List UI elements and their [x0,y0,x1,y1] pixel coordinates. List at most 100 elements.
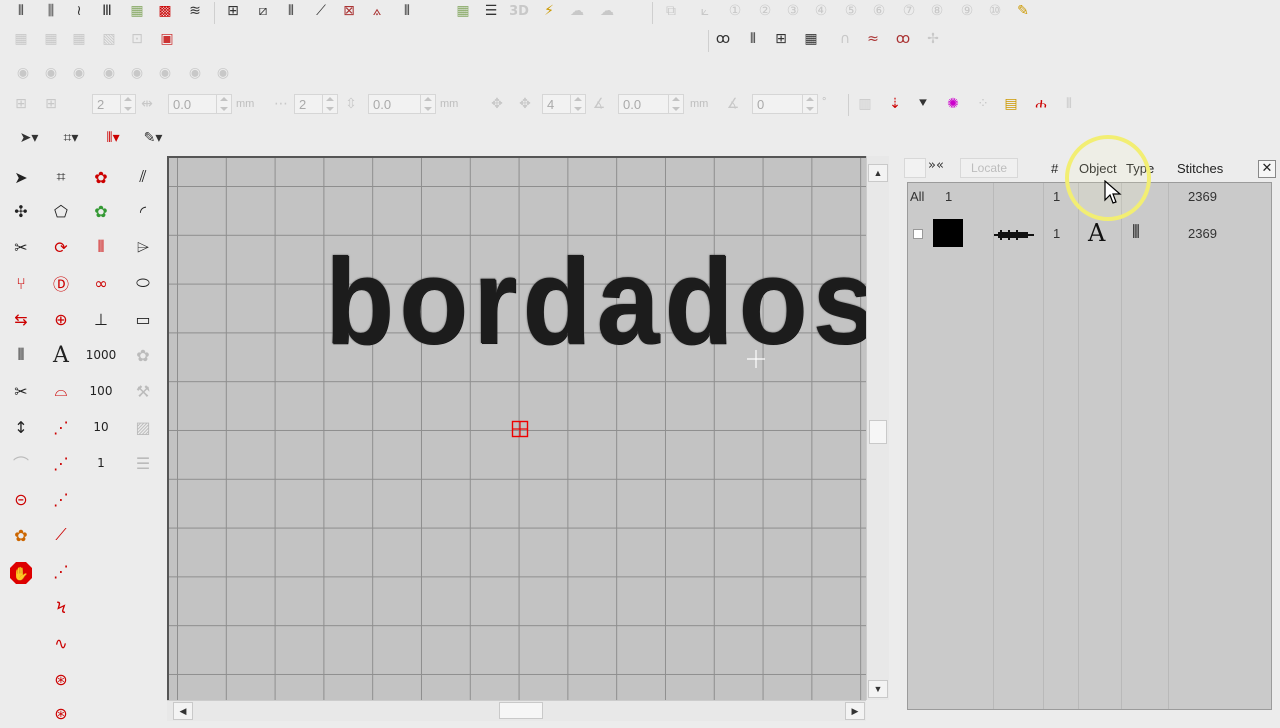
flower-red-icon[interactable]: ✿ [86,162,116,192]
10-icon[interactable]: 10 [86,412,116,442]
text-A-icon[interactable]: A [46,340,76,370]
spin-angle[interactable]: 0 [752,94,818,114]
image-icon[interactable]: ▨ [128,412,158,442]
panel-collapse-icon[interactable]: »« [928,158,944,173]
zigzag-line-icon[interactable]: ≈ [862,28,884,50]
stripe-icon[interactable]: ⦀ [1058,93,1080,115]
spring-red-icon[interactable]: ∞ [86,268,116,298]
edit-folder-icon[interactable]: ✎ [1012,0,1034,22]
color-flower-icon[interactable]: ✺ [942,93,964,115]
dotted-arc-icon[interactable]: ⌒ [6,448,36,478]
scroll-left-button[interactable]: ◀ [173,702,193,720]
wave-fill-icon[interactable]: ≋ [184,0,206,22]
arc-icon[interactable]: ◜ [128,196,158,226]
curve-fill-icon[interactable]: ⟋ [310,0,332,22]
triangle-fill-icon[interactable]: ⟑ [366,0,388,22]
branch-icon[interactable]: ⑂ [6,268,36,298]
net-grid-icon[interactable]: ▦ [68,28,90,50]
select-arrow-icon[interactable]: ➤ [6,162,36,192]
align-8-icon[interactable]: ⑦ [898,0,920,22]
motif-fill-icon[interactable]: ⊠ [338,0,360,22]
align-1-icon[interactable]: ⟀ [694,0,716,22]
copy-icon[interactable]: ⧉ [660,0,682,22]
image-fill-icon[interactable]: ▧ [98,28,120,50]
grey-list-icon[interactable]: ☰ [128,448,158,478]
frame-grid-icon[interactable]: ⊡ [126,28,148,50]
pillar-fill-icon[interactable]: ⦀ [396,0,418,22]
align-6-icon[interactable]: ⑤ [840,0,862,22]
align-4-icon[interactable]: ③ [782,0,804,22]
node-select-icon[interactable]: ✣ [6,196,36,226]
dash-line-red-icon[interactable]: ⋰ [46,556,76,586]
pin-red-icon[interactable]: ⊥ [86,304,116,334]
cloud-outline-icon[interactable]: ☁ [596,0,618,22]
row-all-label[interactable]: All [910,189,924,204]
needle-icon[interactable]: ⯆ [912,93,934,115]
pattern-fill-icon[interactable]: ▦ [126,0,148,22]
ball-red-icon[interactable]: ⊕ [46,304,76,334]
align-7-icon[interactable]: ⑥ [868,0,890,22]
spin-cols[interactable]: 2 [294,94,338,114]
horizontal-scrollbar[interactable]: ◀ ▶ [167,700,866,721]
reshape-nodes-icon[interactable]: ⌗ [46,162,76,192]
grey-flower-icon[interactable]: ✿ [128,340,158,370]
align-3-icon[interactable]: ② [754,0,776,22]
disabled-2-icon[interactable]: ◉ [40,62,62,84]
diagonal-lines-icon[interactable]: ⫽ [128,162,158,192]
spin-spacing-1[interactable]: 0.0 [168,94,232,114]
3d-icon[interactable]: 3D [508,0,530,22]
row-1-color-swatch[interactable] [933,219,963,247]
scissors-select-icon[interactable]: ✂ [6,232,36,262]
align-2-icon[interactable]: ① [724,0,746,22]
100-icon[interactable]: 100 [86,376,116,406]
align-5-icon[interactable]: ④ [810,0,832,22]
tiles-icon[interactable]: ▦ [800,28,822,50]
disabled-6-icon[interactable]: ◉ [154,62,176,84]
mesh-icon[interactable]: ⊞ [770,28,792,50]
wave-tool-icon[interactable]: ⚡ [538,0,560,22]
cloud-icon[interactable]: ☁ [566,0,588,22]
rectangle-icon[interactable]: ▭ [128,304,158,334]
freehand-icon[interactable]: ⌲ [128,232,158,262]
arrows-stitch-icon[interactable]: ↕ [6,412,36,442]
disabled-5-icon[interactable]: ◉ [126,62,148,84]
1000-icon[interactable]: 1000 [86,340,117,370]
satin-convert-icon[interactable]: ⇆ [6,304,36,334]
disabled-4-icon[interactable]: ◉ [98,62,120,84]
scissors-stitch-icon[interactable]: ✂ [6,376,36,406]
zigzag-stitch-icon[interactable]: ≀ [68,0,90,22]
dash-red-icon[interactable]: ⋰ [46,484,76,514]
loops-icon[interactable]: ꝏ [712,28,734,50]
people-icon[interactable]: ሐ [1030,93,1052,115]
line-red-icon[interactable]: ⟋ [46,520,76,550]
curve-red-icon[interactable]: ⌓ [46,376,76,406]
spin-distance[interactable]: 0.0 [618,94,684,114]
reshape-corner-icon[interactable]: ⬠ [46,196,76,226]
pattern-grid-icon[interactable]: ▦ [452,0,474,22]
flower-green-icon[interactable]: ✿ [86,196,116,226]
sparkle-icon[interactable]: ✢ [922,28,944,50]
stop-hand-icon[interactable]: ✋ [6,558,36,588]
text-column-icon[interactable]: Ⓓ [46,268,76,298]
oo-icon[interactable]: ꝏ [892,28,914,50]
dots-icon[interactable]: ⁘ [972,93,994,115]
horizontal-scroll-thumb[interactable] [499,702,543,719]
vertical-scroll-thumb[interactable] [869,420,887,444]
align-10-icon[interactable]: ⑨ [956,0,978,22]
disabled-8-icon[interactable]: ◉ [212,62,234,84]
object-list[interactable] [907,182,1272,710]
pattern-grid-2-icon[interactable]: ▦ [40,28,62,50]
wave-grid-icon[interactable]: ▦ [10,28,32,50]
embroidered-text[interactable]: bordados [325,240,868,362]
dotted-diagonal-icon[interactable]: ⋰ [46,448,76,478]
ellipse-icon[interactable]: ⬭ [128,268,158,298]
column-stitch-icon[interactable]: Ⅲ [96,0,118,22]
align-9-icon[interactable]: ⑧ [926,0,948,22]
stitch-type-dropdown[interactable]: ⦀▾ [96,127,130,149]
loop-icon[interactable]: ⊝ [6,484,36,514]
header-stitches[interactable]: Stitches [1177,161,1223,176]
grey-tools-icon[interactable]: ⚒ [128,376,158,406]
spin-spacing-2[interactable]: 0.0 [368,94,436,114]
color-grid-icon[interactable]: ▣ [156,28,178,50]
cross-fill-icon[interactable]: ▩ [154,0,176,22]
